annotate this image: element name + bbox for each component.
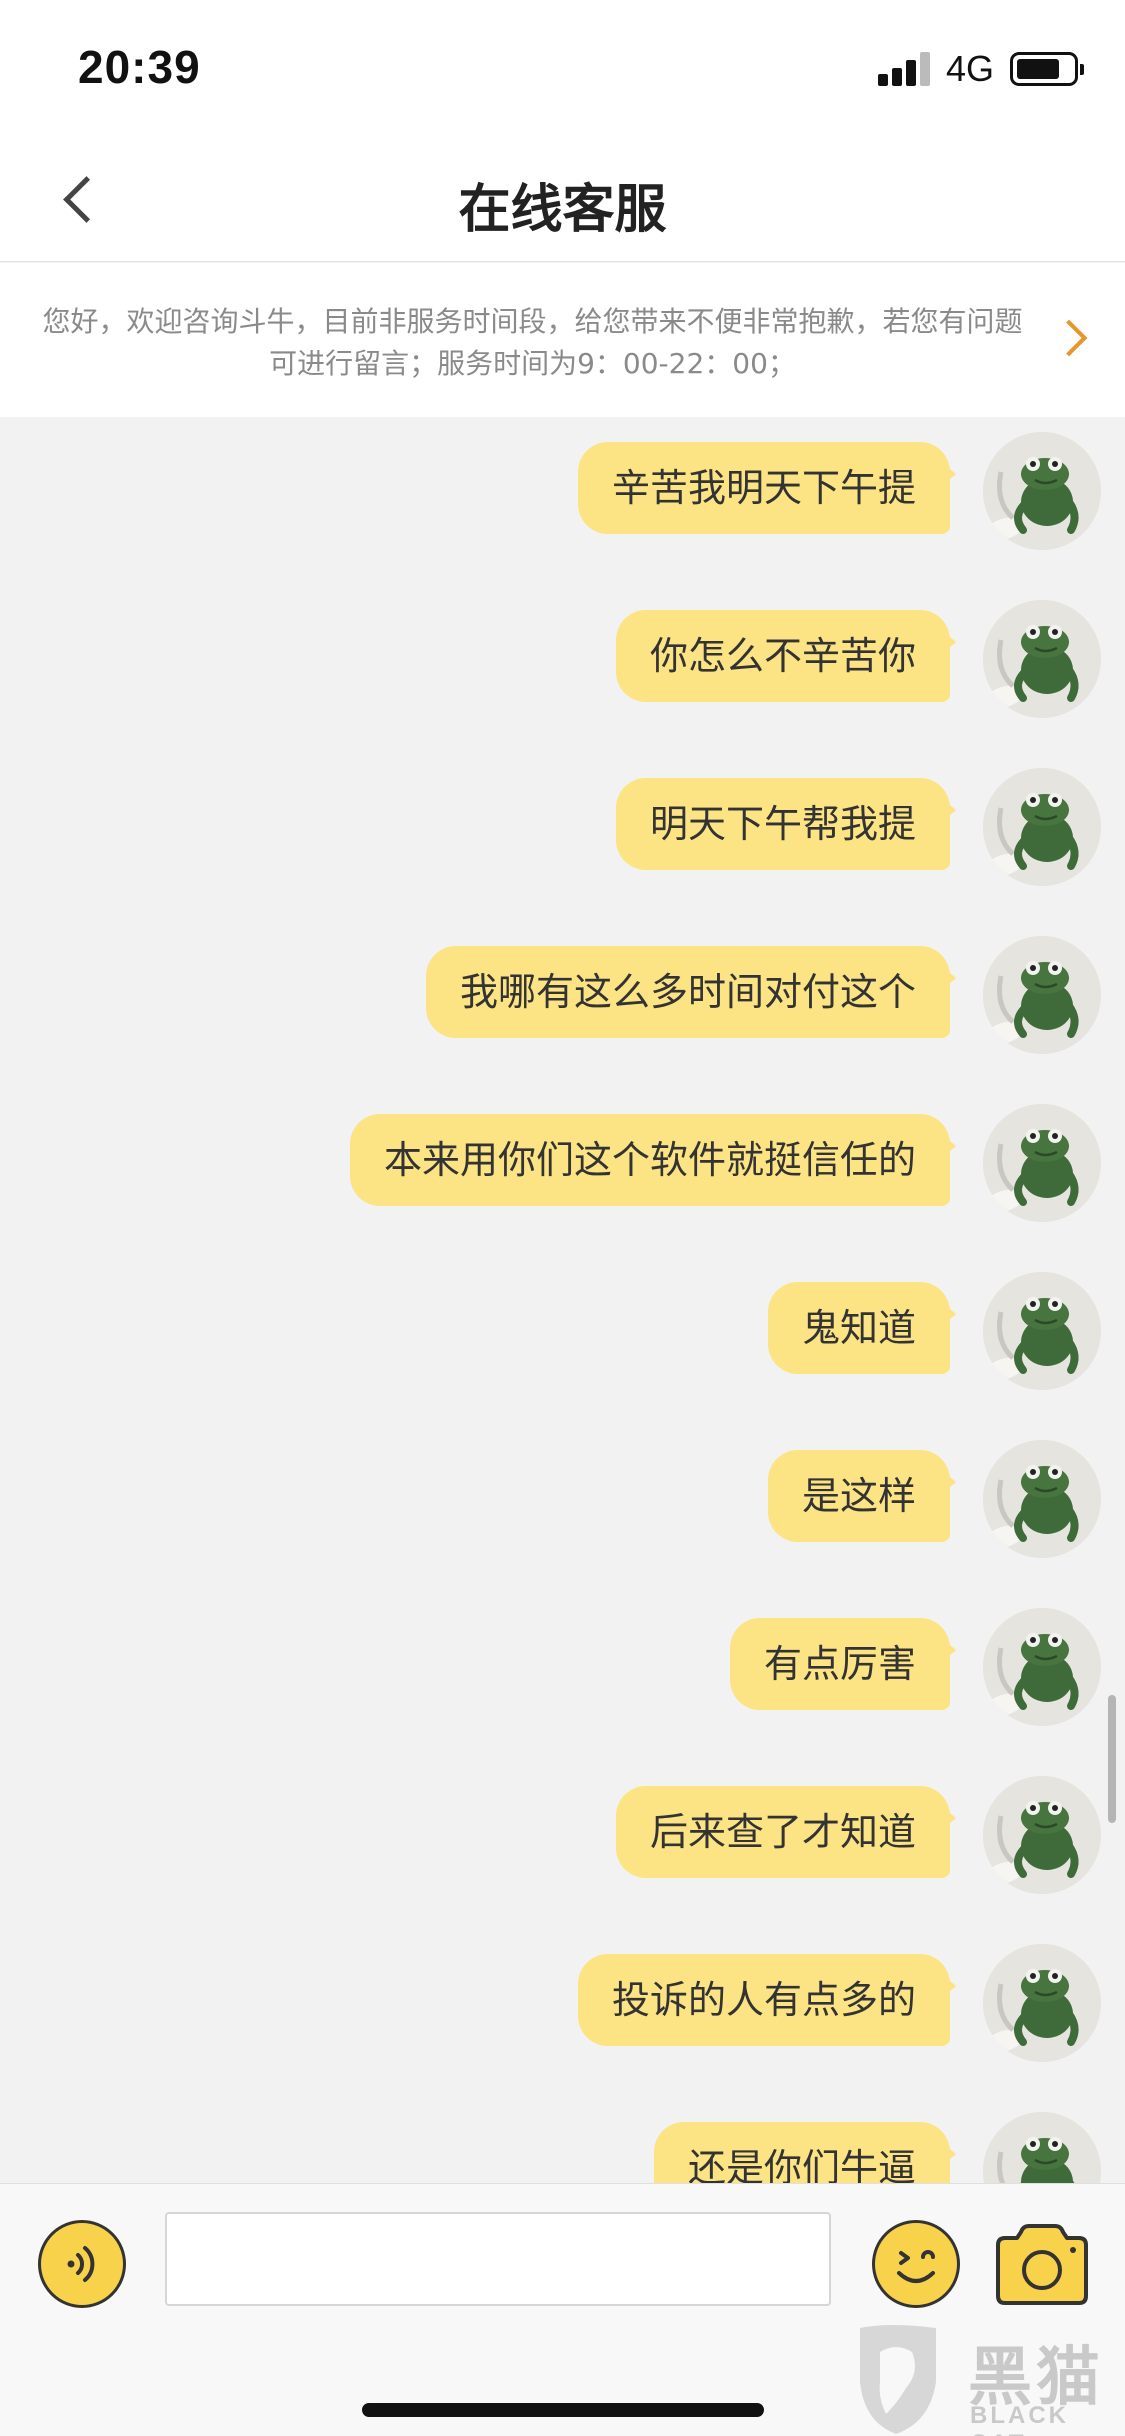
message-row: 辛苦我明天下午提 — [0, 432, 1125, 562]
message-row: 后来查了才知道 — [0, 1776, 1125, 1906]
message-bubble[interactable]: 明天下午帮我提 — [615, 778, 957, 870]
input-bar — [0, 2183, 1125, 2331]
page-title: 在线客服 — [458, 180, 667, 240]
emoji-button[interactable] — [872, 2220, 960, 2308]
message-bubble[interactable]: 是这样 — [767, 1450, 957, 1542]
status-time: 20:39 — [78, 41, 201, 93]
watermark-subtext: BLACK CAT — [970, 2402, 1069, 2436]
message-bubble[interactable]: 还是你们牛逼 — [653, 2122, 957, 2183]
message-bubble[interactable]: 后来查了才知道 — [615, 1786, 957, 1878]
chevron-right-icon[interactable] — [1050, 313, 1100, 363]
service-notice[interactable]: 您好，欢迎咨询斗牛，目前非服务时间段，给您带来不便非常抱歉，若您有问题可进行留言… — [0, 263, 1125, 417]
avatar[interactable] — [983, 1944, 1101, 2062]
message-row: 你怎么不辛苦你 — [0, 600, 1125, 730]
chat-area[interactable]: 辛苦我明天下午提 你怎么不辛苦你 明天下午帮我提 我哪有这么多时间对付这个 本来… — [0, 418, 1125, 2183]
camera-button[interactable] — [995, 2222, 1089, 2306]
scrollbar[interactable] — [1108, 1695, 1116, 1823]
message-bubble[interactable]: 鬼知道 — [767, 1282, 957, 1374]
emoji-icon — [897, 2250, 935, 2283]
home-indicator[interactable] — [362, 2403, 764, 2417]
message-row: 有点厉害 — [0, 1608, 1125, 1738]
avatar[interactable] — [983, 936, 1101, 1054]
camera-icon — [996, 2224, 1088, 2305]
message-bubble[interactable]: 有点厉害 — [729, 1618, 957, 1710]
battery-icon — [1010, 52, 1084, 86]
message-row: 还是你们牛逼 — [0, 2112, 1125, 2183]
avatar[interactable] — [983, 2112, 1101, 2183]
message-row: 是这样 — [0, 1440, 1125, 1570]
signal-icon — [878, 52, 934, 86]
avatar[interactable] — [983, 1104, 1101, 1222]
message-bubble[interactable]: 我哪有这么多时间对付这个 — [425, 946, 957, 1038]
nav-bar: 在线客服 — [0, 132, 1125, 262]
message-bubble[interactable]: 辛苦我明天下午提 — [577, 442, 957, 534]
message-row: 投诉的人有点多的 — [0, 1944, 1125, 2074]
avatar[interactable] — [983, 432, 1101, 550]
message-row: 鬼知道 — [0, 1272, 1125, 1402]
message-bubble[interactable]: 投诉的人有点多的 — [577, 1954, 957, 2046]
avatar[interactable] — [983, 1776, 1101, 1894]
avatar[interactable] — [983, 1272, 1101, 1390]
message-bubble[interactable]: 你怎么不辛苦你 — [615, 610, 957, 702]
avatar[interactable] — [983, 768, 1101, 886]
voice-button[interactable] — [38, 2220, 126, 2308]
avatar[interactable] — [983, 600, 1101, 718]
avatar[interactable] — [983, 1608, 1101, 1726]
status-bar: 20:39 4G — [0, 0, 1125, 132]
notice-text: 您好，欢迎咨询斗牛，目前非服务时间段，给您带来不便非常抱歉，若您有问题可进行留言… — [42, 305, 1023, 380]
message-row: 我哪有这么多时间对付这个 — [0, 936, 1125, 1066]
message-row: 明天下午帮我提 — [0, 768, 1125, 898]
network-label: 4G — [946, 48, 995, 89]
avatar[interactable] — [983, 1440, 1101, 1558]
message-bubble[interactable]: 本来用你们这个软件就挺信任的 — [349, 1114, 957, 1206]
voice-icon — [67, 2246, 95, 2282]
message-row: 本来用你们这个软件就挺信任的 — [0, 1104, 1125, 1234]
message-input[interactable] — [165, 2212, 831, 2306]
